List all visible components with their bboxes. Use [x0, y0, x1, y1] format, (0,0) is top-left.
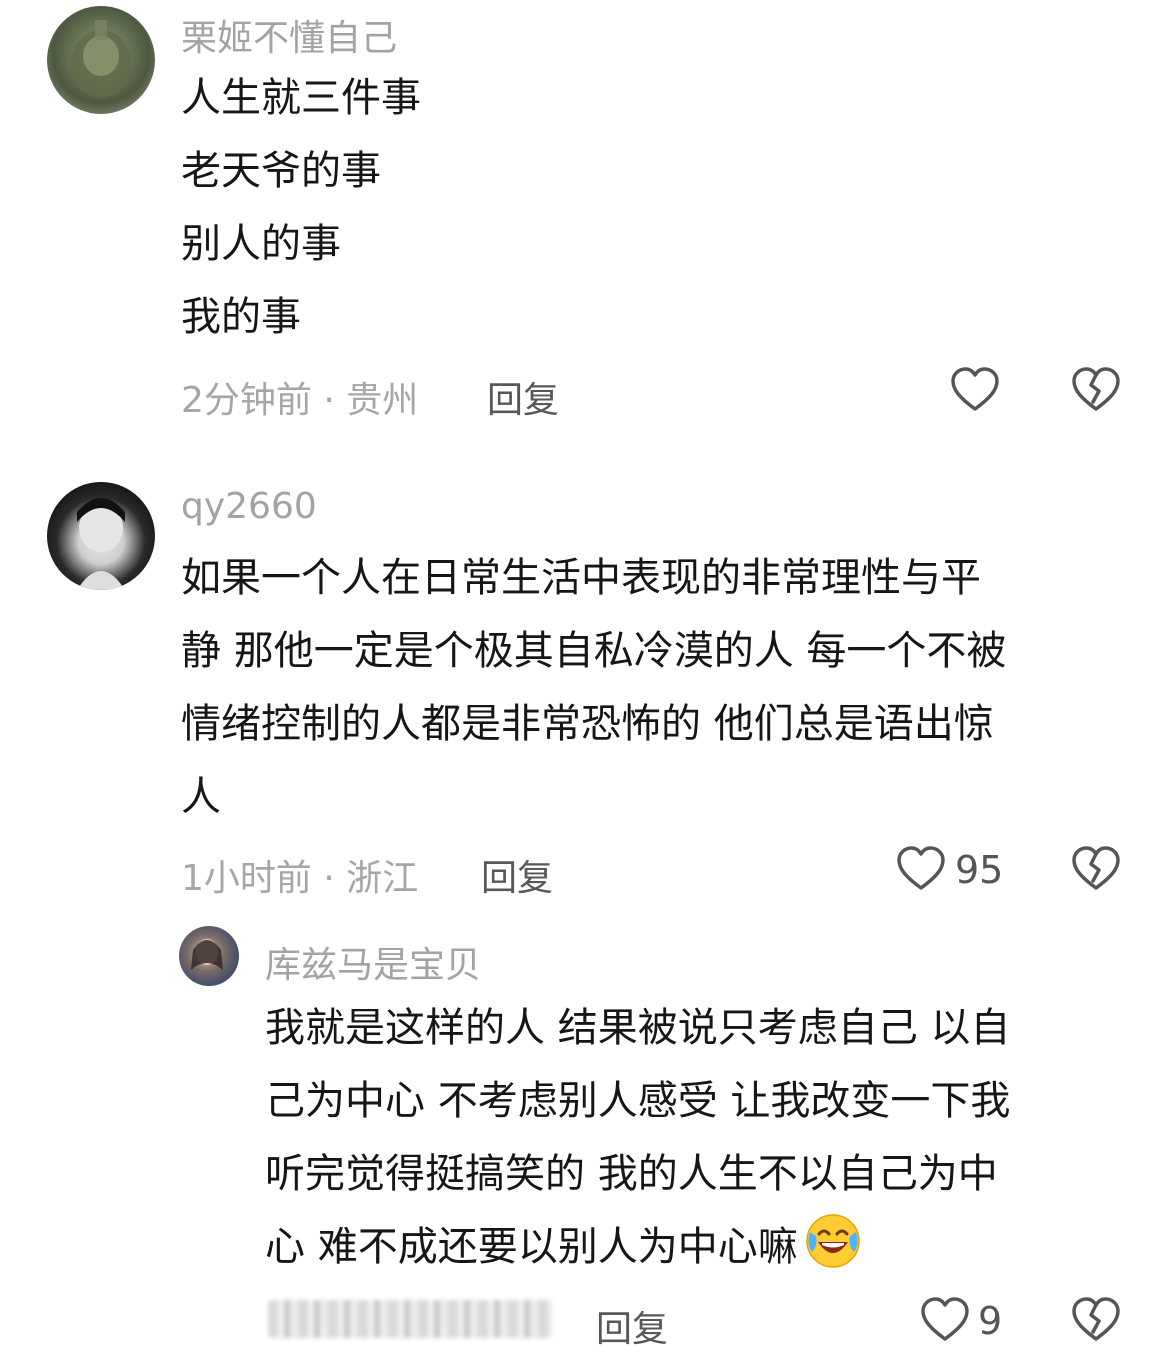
username[interactable]: qy2660 [181, 486, 317, 527]
broken-heart-icon[interactable] [1071, 845, 1121, 893]
comment-meta: 1小时前 · 浙江 [181, 858, 419, 899]
comment-line: 人生就三件事 [181, 75, 421, 121]
blurred-text [268, 1300, 553, 1338]
avatar[interactable] [47, 6, 155, 114]
comment-line: 心 难不成还要以别人为中心嘛 [265, 1211, 1010, 1284]
comment-line: 我的事 [181, 294, 301, 340]
comment-line: 静 那他一定是个极其自私冷漠的人 每一个不被 [181, 628, 1007, 674]
comment-line: 人 [181, 774, 221, 820]
comment-line: 情绪控制的人都是非常恐怖的 他们总是语出惊 [181, 701, 994, 747]
heart-outline-icon[interactable] [920, 1296, 970, 1343]
comment-line: 己为中心 不考虑别人感受 让我改变一下我 [265, 1078, 1011, 1124]
comment-line-text: 心 难不成还要以别人为中心嘛 [265, 1224, 798, 1270]
reply-button[interactable]: 回复 [487, 371, 559, 423]
broken-heart-icon[interactable] [1071, 366, 1121, 414]
comment-line: 老天爷的事 [181, 148, 381, 194]
reply-text: 我就是这样的人 结果被说只考虑自己 以自 己为中心 不考虑别人感受 让我改变一下… [265, 992, 1010, 1284]
comment-line: 别人的事 [181, 221, 341, 267]
like-count: 95 [955, 848, 1004, 892]
comment-text: 人生就三件事 老天爷的事 别人的事 我的事 [181, 62, 421, 354]
reply-button[interactable]: 回复 [481, 849, 553, 901]
comment-line: 我就是这样的人 结果被说只考虑自己 以自 [265, 1005, 1011, 1051]
avatar[interactable] [179, 926, 239, 986]
comment-line: 如果一个人在日常生活中表现的非常理性与平 [181, 555, 981, 601]
heart-outline-icon[interactable] [896, 845, 946, 893]
comment-line: 听完觉得挺搞笑的 我的人生不以自己为中 [265, 1151, 998, 1197]
avatar[interactable] [47, 482, 155, 590]
username[interactable]: 库兹马是宝贝 [265, 936, 481, 988]
like-count: 9 [978, 1299, 1003, 1343]
reply-button[interactable]: 回复 [596, 1300, 668, 1352]
laughing-crying-emoji [804, 1212, 862, 1270]
heart-outline-icon[interactable] [950, 366, 1000, 414]
comment-meta: 2分钟前 · 贵州 [181, 380, 419, 421]
comment-text: 如果一个人在日常生活中表现的非常理性与平 静 那他一定是个极其自私冷漠的人 每一… [181, 542, 1006, 834]
broken-heart-icon[interactable] [1071, 1296, 1121, 1343]
username[interactable]: 栗姬不懂自己 [181, 9, 397, 61]
